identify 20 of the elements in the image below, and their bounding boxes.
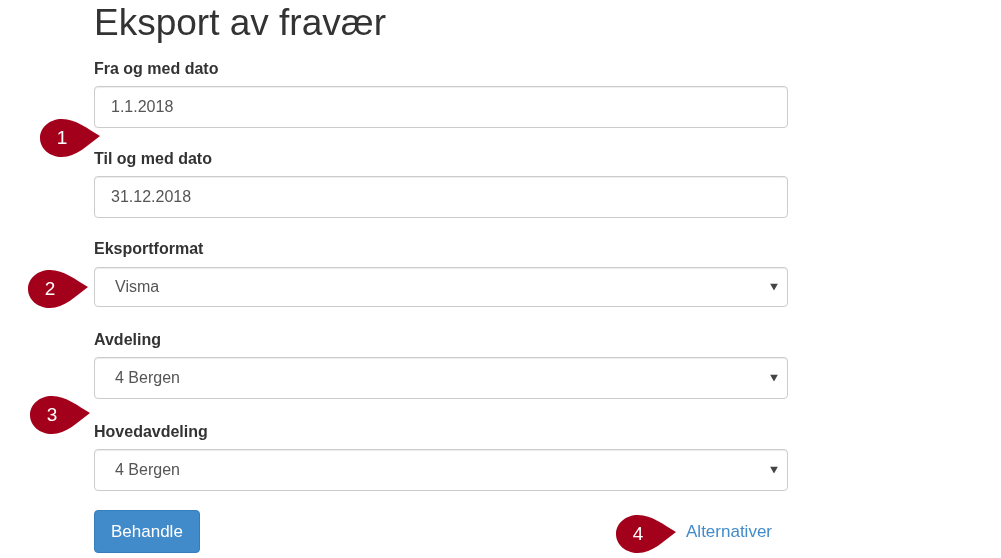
callout-number: 1 [55, 126, 69, 150]
callout-number: 3 [45, 403, 59, 427]
callout-number: 4 [631, 522, 645, 546]
input-field[interactable]: 1.1.2018 [94, 86, 788, 129]
submit-button[interactable]: Behandle [94, 509, 200, 553]
caret-icon [770, 374, 778, 382]
caret-icon [770, 466, 778, 474]
dropdown[interactable]: Visma [94, 266, 788, 307]
dropdown[interactable]: 4 Bergen [94, 448, 788, 491]
page-title: Eksport av fravær [94, 4, 387, 41]
field-label: Til og med dato [94, 149, 213, 169]
caret-icon [770, 283, 778, 291]
callout-number: 2 [43, 277, 57, 301]
dropdown[interactable]: 4 Bergen [94, 356, 788, 399]
alternatives-link[interactable]: Alternativer [686, 518, 772, 545]
field-label: Hovedavdeling [94, 421, 209, 441]
field-label: Avdeling [94, 329, 162, 349]
field-label: Fra og med dato [94, 59, 220, 79]
field-label: Eksportformat [94, 239, 205, 259]
input-field[interactable]: 31.12.2018 [94, 176, 788, 219]
